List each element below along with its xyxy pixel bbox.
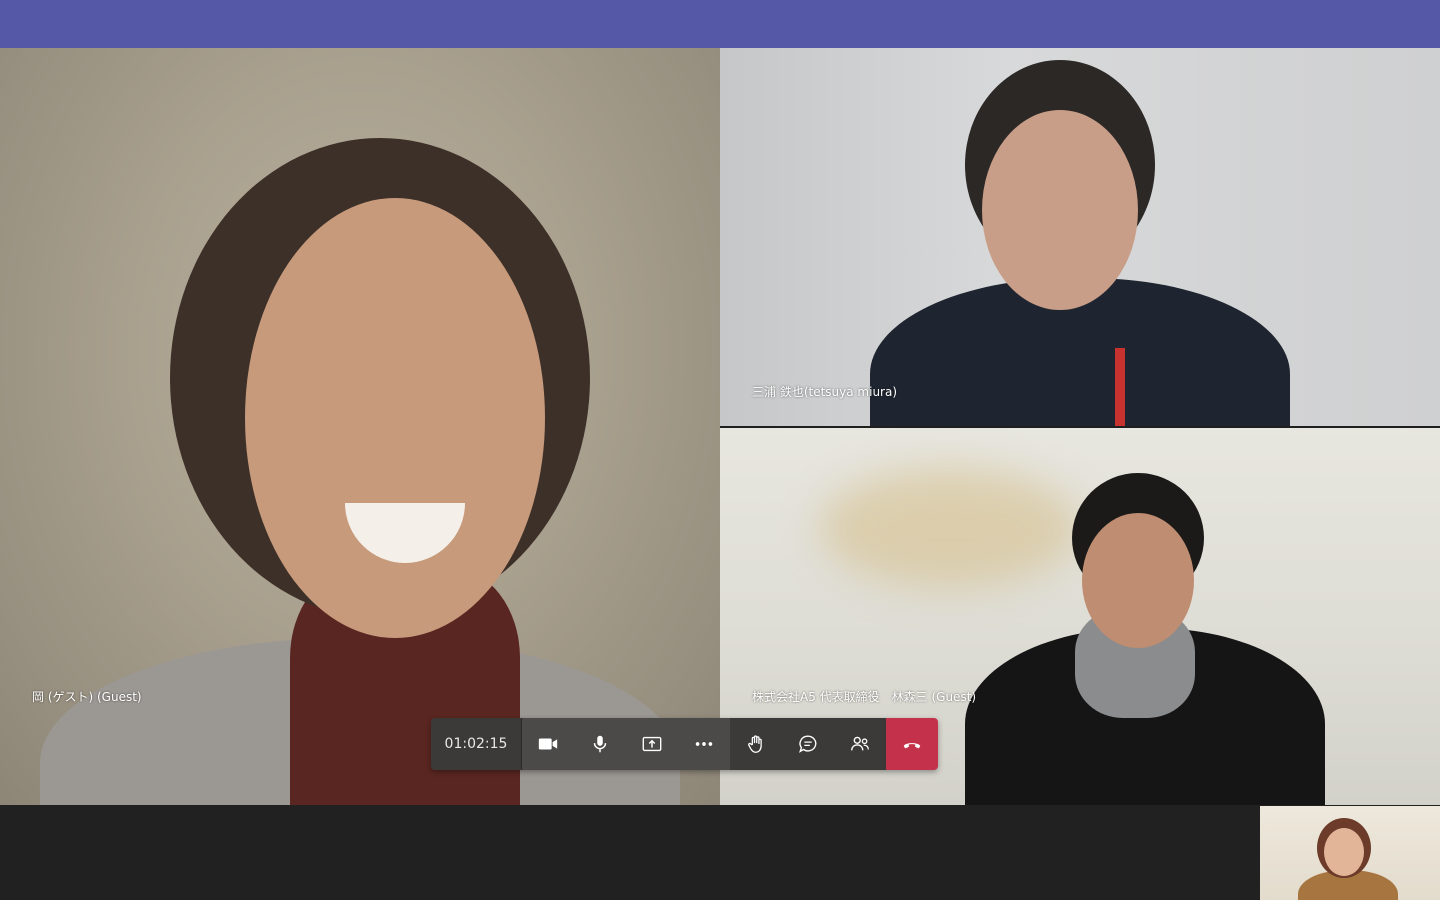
participant-face (982, 110, 1138, 310)
participant-name-label: 三浦 鉄也(tetsuya miura) (752, 385, 898, 399)
self-face (1324, 828, 1364, 876)
raise-hand-button[interactable] (730, 718, 782, 770)
participant-name-label: 株式会社A5 代表取締役 林森三 (Guest) (752, 690, 977, 704)
video-tile-main[interactable]: 岡 (ゲスト) (Guest) (0, 48, 720, 805)
microphone-icon (593, 735, 607, 753)
participants-button[interactable] (834, 718, 886, 770)
more-options-button[interactable] (678, 718, 730, 770)
bottom-bar (0, 805, 1440, 900)
call-controls-bar: 01:02:15 (431, 718, 938, 770)
participants-icon (851, 736, 869, 751)
camera-button[interactable] (522, 718, 574, 770)
lanyard (1115, 348, 1125, 426)
participant-face (1082, 513, 1194, 648)
share-screen-button[interactable] (626, 718, 678, 770)
participant-face (245, 198, 545, 638)
background-blur (820, 468, 1080, 588)
raise-hand-icon (748, 735, 762, 753)
chat-button[interactable] (782, 718, 834, 770)
participant-name-label: 岡 (ゲスト) (Guest) (32, 690, 142, 704)
more-options-icon (695, 742, 713, 746)
video-tile-top-right[interactable]: 三浦 鉄也(tetsuya miura) (720, 48, 1440, 426)
hang-up-icon (903, 743, 921, 749)
call-timer: 01:02:15 (431, 718, 522, 770)
video-camera-icon (538, 738, 558, 750)
microphone-button[interactable] (574, 718, 626, 770)
chat-icon (799, 735, 817, 753)
self-view-tile[interactable] (1260, 806, 1440, 900)
hang-up-button[interactable] (886, 718, 938, 770)
share-screen-icon (642, 736, 662, 752)
app-top-bar (0, 0, 1440, 48)
